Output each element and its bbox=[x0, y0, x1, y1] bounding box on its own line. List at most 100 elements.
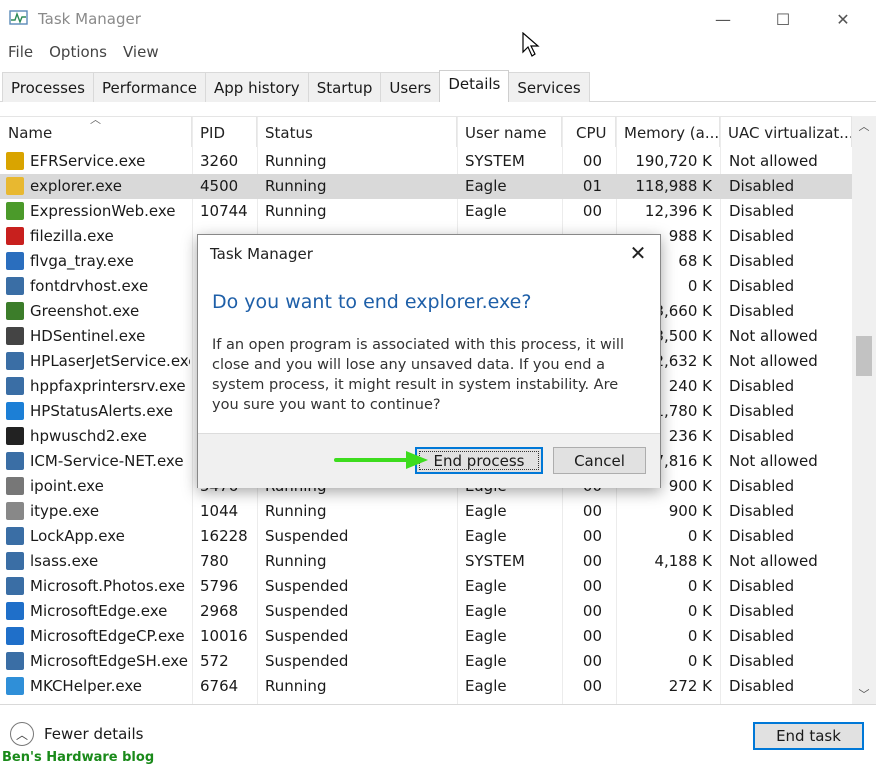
maximize-icon: ☐ bbox=[775, 9, 791, 29]
cell-pid: 5796 bbox=[200, 577, 239, 595]
column-header-memory[interactable]: Memory (a... bbox=[616, 117, 720, 147]
table-row[interactable]: lsass.exe 780 Running SYSTEM 00 4,188 K Not al… bbox=[0, 549, 852, 574]
cell-status: Running bbox=[265, 677, 327, 695]
fewer-details-label: Fewer details bbox=[44, 725, 144, 743]
column-header-status[interactable]: Status bbox=[257, 117, 457, 147]
column-header-label: Name bbox=[8, 124, 53, 142]
column-header-uac-virtualization[interactable]: UAC virtualizat... bbox=[720, 117, 852, 147]
cell-pid: 4500 bbox=[200, 177, 239, 195]
scroll-thumb[interactable] bbox=[856, 336, 872, 376]
cell-uac: Disabled bbox=[729, 202, 795, 220]
cell-cpu: 00 bbox=[582, 677, 602, 695]
footer-divider bbox=[0, 704, 876, 705]
cell-pid: 10744 bbox=[200, 202, 248, 220]
menu-options[interactable]: Options bbox=[41, 40, 115, 66]
cell-memory: 0 K bbox=[687, 652, 712, 670]
cell-user: SYSTEM bbox=[465, 152, 525, 170]
cell-cpu: 01 bbox=[582, 177, 602, 195]
end-task-button[interactable]: End task bbox=[753, 722, 864, 750]
cell-status: Running bbox=[265, 202, 327, 220]
cell-memory: 0 K bbox=[687, 627, 712, 645]
maximize-button[interactable]: ☐ bbox=[760, 0, 806, 38]
cell-uac: Disabled bbox=[729, 252, 795, 270]
cell-name: MicrosoftEdge.exe bbox=[30, 602, 168, 620]
tab-services[interactable]: Services bbox=[508, 72, 590, 102]
table-row[interactable]: itype.exe 1044 Running Eagle 00 900 K Disabled bbox=[0, 499, 852, 524]
cell-memory: 118,988 K bbox=[635, 177, 712, 195]
column-header-pid[interactable]: PID bbox=[192, 117, 257, 147]
cell-name: ExpressionWeb.exe bbox=[30, 202, 176, 220]
vertical-scrollbar[interactable]: ︿ ﹀ bbox=[852, 116, 876, 704]
cell-pid: 780 bbox=[200, 552, 229, 570]
cancel-button[interactable]: Cancel bbox=[553, 447, 646, 474]
table-row[interactable]: Microsoft.Photos.exe 5796 Suspended Eagle 00… bbox=[0, 574, 852, 599]
cell-status: Suspended bbox=[265, 652, 349, 670]
filezilla-icon bbox=[6, 227, 24, 245]
service-window-icon bbox=[6, 552, 24, 570]
menu-file[interactable]: File bbox=[0, 40, 41, 66]
keyboard-icon bbox=[6, 502, 24, 520]
cell-user: Eagle bbox=[465, 577, 507, 595]
cell-status: Suspended bbox=[265, 602, 349, 620]
column-header-name[interactable]: Name ︿ bbox=[0, 117, 192, 147]
cell-pid: 6764 bbox=[200, 677, 239, 695]
table-row[interactable]: EFRService.exe 3260 Running SYSTEM 00 190,720… bbox=[0, 149, 852, 174]
cell-uac: Disabled bbox=[729, 502, 795, 520]
minimize-button[interactable]: — bbox=[700, 0, 746, 38]
service-window-icon bbox=[6, 352, 24, 370]
menu-view[interactable]: View bbox=[115, 40, 167, 66]
cell-memory: 4,188 K bbox=[654, 552, 712, 570]
cell-user: Eagle bbox=[465, 602, 507, 620]
cell-uac: Disabled bbox=[729, 602, 795, 620]
scroll-down-icon[interactable]: ﹀ bbox=[852, 686, 876, 702]
tab-startup[interactable]: Startup bbox=[307, 72, 382, 102]
column-header-user-name[interactable]: User name bbox=[457, 117, 562, 147]
service-window-icon bbox=[6, 577, 24, 595]
cell-status: Suspended bbox=[265, 527, 349, 545]
table-row[interactable]: MicrosoftEdgeCP.exe 10016 Suspended Eagle 00… bbox=[0, 624, 852, 649]
table-row[interactable]: explorer.exe 4500 Running Eagle 01 118,988 K D… bbox=[0, 174, 852, 199]
tab-users[interactable]: Users bbox=[380, 72, 441, 102]
cell-uac: Disabled bbox=[729, 227, 795, 245]
cell-cpu: 00 bbox=[582, 602, 602, 620]
fewer-details-button[interactable]: ︿ Fewer details bbox=[10, 722, 143, 746]
tab-performance[interactable]: Performance bbox=[92, 72, 207, 102]
edge-icon bbox=[6, 627, 24, 645]
greenshot-icon bbox=[6, 302, 24, 320]
cell-name: filezilla.exe bbox=[30, 227, 114, 245]
tab-details[interactable]: Details bbox=[439, 70, 510, 102]
service-window-icon bbox=[6, 527, 24, 545]
table-row[interactable]: MKCHelper.exe 6764 Running Eagle 00 272 K Disa… bbox=[0, 674, 852, 699]
cell-pid: 572 bbox=[200, 652, 229, 670]
expression-web-icon bbox=[6, 202, 24, 220]
table-row[interactable]: MicrosoftEdgeSH.exe 572 Suspended Eagle 00 0 … bbox=[0, 649, 852, 674]
minimize-icon: — bbox=[715, 9, 731, 29]
cell-cpu: 00 bbox=[582, 627, 602, 645]
chevron-up-icon: ︿ bbox=[10, 722, 34, 746]
cell-name: MicrosoftEdgeCP.exe bbox=[30, 627, 185, 645]
table-row[interactable]: MicrosoftEdge.exe 2968 Suspended Eagle 00 0 K… bbox=[0, 599, 852, 624]
mkc-helper-icon bbox=[6, 677, 24, 695]
close-icon: ✕ bbox=[836, 9, 850, 29]
edge-icon bbox=[6, 602, 24, 620]
column-header-cpu[interactable]: CPU bbox=[562, 117, 616, 147]
barcode-icon bbox=[6, 427, 24, 445]
scroll-up-icon[interactable]: ︿ bbox=[852, 118, 876, 134]
cell-user: Eagle bbox=[465, 652, 507, 670]
end-process-button[interactable]: End process bbox=[415, 447, 543, 474]
dialog-title: Task Manager bbox=[210, 245, 313, 263]
tab-app-history[interactable]: App history bbox=[205, 72, 309, 102]
tab-processes[interactable]: Processes bbox=[2, 72, 94, 102]
cell-status: Running bbox=[265, 177, 327, 195]
close-button[interactable]: ✕ bbox=[820, 0, 866, 38]
cell-status: Suspended bbox=[265, 627, 349, 645]
service-window-icon bbox=[6, 277, 24, 295]
folder-icon bbox=[6, 177, 24, 195]
table-row[interactable]: LockApp.exe 16228 Suspended Eagle 00 0 K Disab… bbox=[0, 524, 852, 549]
sort-ascending-icon: ︿ bbox=[90, 117, 101, 126]
dialog-close-icon[interactable]: ✕ bbox=[624, 241, 652, 265]
hp-status-icon bbox=[6, 402, 24, 420]
window-title: Task Manager bbox=[38, 10, 141, 28]
cell-name: EFRService.exe bbox=[30, 152, 146, 170]
table-row[interactable]: ExpressionWeb.exe 10744 Running Eagle 00 12,3… bbox=[0, 199, 852, 224]
